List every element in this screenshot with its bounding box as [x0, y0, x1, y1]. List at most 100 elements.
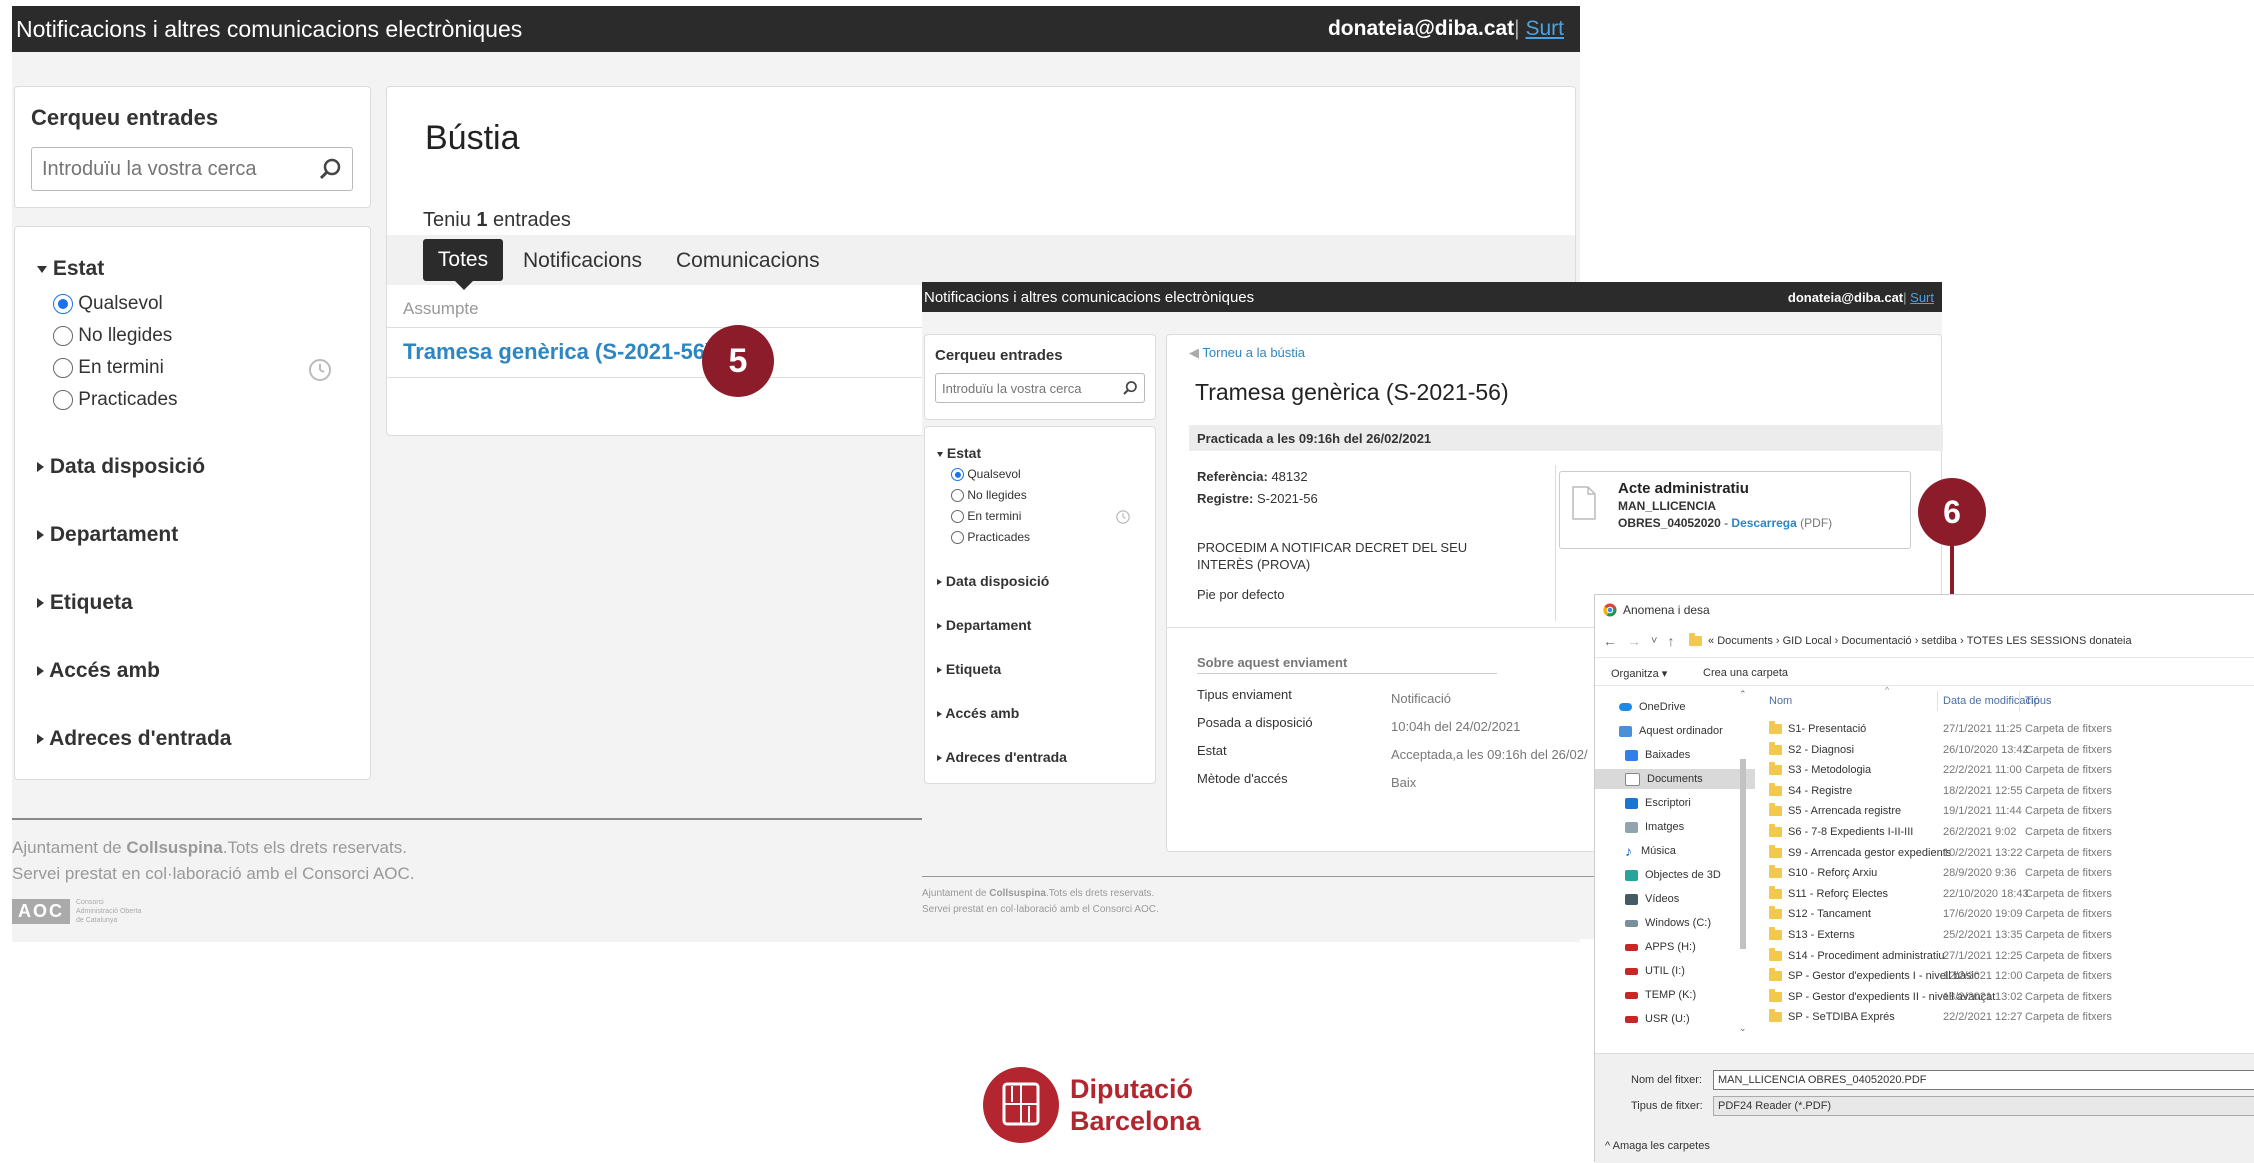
tab-arrow [455, 281, 473, 290]
sidebar-item-windows-c[interactable]: Windows (C:) [1595, 913, 1755, 933]
table-row[interactable]: S6 - 7-8 Expedients I-II-III 26/2/2021 9:… [1765, 822, 2254, 842]
breadcrumb[interactable]: « Documents › GID Local › Documentació ›… [1689, 631, 2132, 651]
sidebar-item-apps-h[interactable]: APPS (H:) [1595, 937, 1755, 957]
network-drive-icon [1625, 943, 1638, 951]
table-row[interactable]: S5 - Arrencada registre 19/1/2021 11:44 Ca… [1765, 801, 2254, 821]
filetype-select[interactable]: PDF24 Reader (*.PDF) [1713, 1096, 2254, 1116]
entry-link[interactable]: Tramesa genèrica (S-2021-56) [403, 339, 712, 365]
radio-en-termini[interactable]: En termini [951, 509, 1021, 524]
chrome-icon [1603, 603, 1617, 617]
download-link[interactable]: Descarrega [1731, 516, 1796, 530]
scroll-down-icon[interactable]: ⌄ [1739, 1023, 1747, 1034]
sidebar-item-documents[interactable]: Documents [1595, 769, 1755, 789]
filter-etiqueta[interactable]: Etiqueta [37, 591, 133, 615]
forward-icon[interactable]: → [1627, 633, 1641, 649]
sidebar-item-musica[interactable]: ♪ Música [1595, 841, 1755, 861]
folder-icon [1769, 988, 1782, 1002]
filter-adreces-entrada[interactable]: Adreces d'entrada [937, 749, 1067, 765]
filter-departament[interactable]: Departament [937, 617, 1031, 633]
scrollbar-thumb[interactable] [1740, 759, 1746, 949]
filename-input[interactable]: MAN_LLICENCIA OBRES_04052020.PDF [1713, 1070, 2254, 1090]
folder-icon [1769, 721, 1782, 735]
table-row[interactable]: S12 - Tancament 17/6/2020 19:09 Carpeta de… [1765, 904, 2254, 924]
sidebar-item-usr-u[interactable]: USR (U:) [1595, 1009, 1755, 1029]
search-icon[interactable] [318, 157, 342, 181]
filter-data-disposicio[interactable]: Data disposició [937, 573, 1049, 589]
up-icon[interactable]: ↑ [1667, 633, 1674, 649]
radio-qualsevol[interactable]: Qualsevol [53, 293, 163, 315]
sidebar-item-aquest-ordinador[interactable]: Aquest ordinador [1595, 721, 1755, 741]
folder-icon [1769, 906, 1782, 920]
about-title: Sobre aquest enviament [1197, 655, 1348, 670]
radio-en-termini[interactable]: En termini [53, 357, 164, 379]
tab-totes[interactable]: Totes [423, 239, 503, 281]
table-row[interactable]: S13 - Externs 25/2/2021 13:35 Carpeta de f… [1765, 925, 2254, 945]
folder-icon [1769, 782, 1782, 796]
sidebar-item-objectes-3d[interactable]: Objectes de 3D [1595, 865, 1755, 885]
attachment-card[interactable]: Acte administratiu MAN_LLICENCIA OBRES_0… [1559, 471, 1911, 549]
recent-dropdown-icon[interactable]: ˅ [1651, 635, 1657, 647]
radio-qualsevol[interactable]: Qualsevol [951, 467, 1021, 482]
filter-acces-amb[interactable]: Accés amb [37, 659, 160, 683]
entry-count: Teniu 1 entrades [423, 209, 571, 231]
back-link[interactable]: ◀ Torneu a la bústia [1189, 345, 1305, 361]
table-row[interactable]: SP - SeTDIBA Exprés 22/2/2021 12:27 Carpet… [1765, 1007, 2254, 1027]
table-row[interactable]: S2 - Diagnosi 26/10/2020 13:42 Carpeta de … [1765, 740, 2254, 760]
logout-link[interactable]: Surt [1525, 17, 1564, 40]
radio-practicades[interactable]: Practicades [951, 530, 1030, 545]
chevron-right-icon [37, 598, 44, 609]
file-list-header: ^ Nom Data de modificació Tipus [1765, 685, 2254, 713]
chevron-right-icon [37, 530, 44, 541]
radio-no-llegides[interactable]: No llegides [53, 325, 172, 347]
chevron-down-icon [937, 451, 943, 457]
footer-line2: Servei prestat en col·laboració amb el C… [12, 864, 415, 883]
sidebar-item-videos[interactable]: Vídeos [1595, 889, 1755, 909]
filter-acces-amb[interactable]: Accés amb [937, 705, 1019, 721]
table-row[interactable]: S3 - Metodologia 22/2/2021 11:00 Carpeta d… [1765, 760, 2254, 780]
table-row[interactable]: SP - Gestor d'expedients I - nivell bàsi… [1765, 966, 2254, 986]
app-title: Notificacions i altres comunicacions ele… [924, 288, 1255, 306]
search-input[interactable] [42, 157, 318, 181]
radio-practicades[interactable]: Practicades [53, 389, 178, 411]
filter-adreces-entrada[interactable]: Adreces d'entrada [37, 727, 231, 751]
back-icon[interactable]: ← [1603, 633, 1617, 649]
new-folder-button[interactable]: Crea una carpeta [1703, 667, 1788, 679]
sidebar-item-baixades[interactable]: Baixades [1595, 745, 1755, 765]
table-row[interactable]: S9 - Arrencada gestor expedients 10/2/202… [1765, 843, 2254, 863]
sidebar-item-escriptori[interactable]: Escriptori [1595, 793, 1755, 813]
table-row[interactable]: S1- Presentació 27/1/2021 11:25 Carpeta de… [1765, 719, 2254, 739]
table-row[interactable]: S10 - Reforç Arxiu 28/9/2020 9:36 Carpeta … [1765, 863, 2254, 883]
hide-folders-toggle[interactable]: ^ Amaga les carpetes [1605, 1140, 1710, 1152]
folder-icon [1769, 824, 1782, 838]
table-row[interactable]: S14 - Procediment administratiu 27/1/2021… [1765, 946, 2254, 966]
organize-button[interactable]: Organitza ▾ [1611, 667, 1667, 680]
computer-icon [1619, 725, 1632, 737]
tab-comunicacions[interactable]: Comunicacions [676, 249, 820, 273]
sidebar-scrollbar[interactable]: ⌃ ⌄ [1737, 689, 1749, 1039]
pictures-icon [1625, 821, 1638, 833]
filter-etiqueta[interactable]: Etiqueta [937, 661, 1001, 677]
sidebar-item-util-i[interactable]: UTIL (I:) [1595, 961, 1755, 981]
search-icon[interactable] [1122, 380, 1138, 396]
back-arrow-icon: ◀ [1189, 345, 1199, 360]
estat-toggle[interactable]: Estat [37, 257, 104, 281]
radio-no-llegides[interactable]: No llegides [951, 488, 1027, 503]
sidebar-item-temp-k[interactable]: TEMP (K:) [1595, 985, 1755, 1005]
table-row[interactable]: SP - Gestor d'expedients II - nivell ava… [1765, 987, 2254, 1007]
column-nom[interactable]: Nom [1769, 695, 1792, 707]
estat-toggle[interactable]: Estat [937, 445, 981, 461]
filter-data-disposicio[interactable]: Data disposició [37, 455, 205, 479]
column-tipus[interactable]: Tipus [2025, 695, 2052, 707]
logout-link[interactable]: Surt [1910, 290, 1934, 305]
sidebar-item-onedrive[interactable]: OneDrive [1595, 697, 1755, 717]
sidebar-item-imatges[interactable]: Imatges [1595, 817, 1755, 837]
table-row[interactable]: S4 - Registre 18/2/2021 12:55 Carpeta de f… [1765, 781, 2254, 801]
about-value-posada: 10:04h del 24/02/2021 [1391, 719, 1521, 734]
about-value-tipus: Notificació [1391, 691, 1451, 706]
filter-departament[interactable]: Departament [37, 523, 178, 547]
dialog-title: Anomena i desa [1623, 603, 1710, 617]
search-input[interactable] [942, 380, 1122, 396]
tab-notificacions[interactable]: Notificacions [523, 249, 642, 273]
table-row[interactable]: S11 - Reforç Electes 22/10/2020 18:43 Carp… [1765, 884, 2254, 904]
scroll-up-icon[interactable]: ⌃ [1739, 689, 1747, 700]
